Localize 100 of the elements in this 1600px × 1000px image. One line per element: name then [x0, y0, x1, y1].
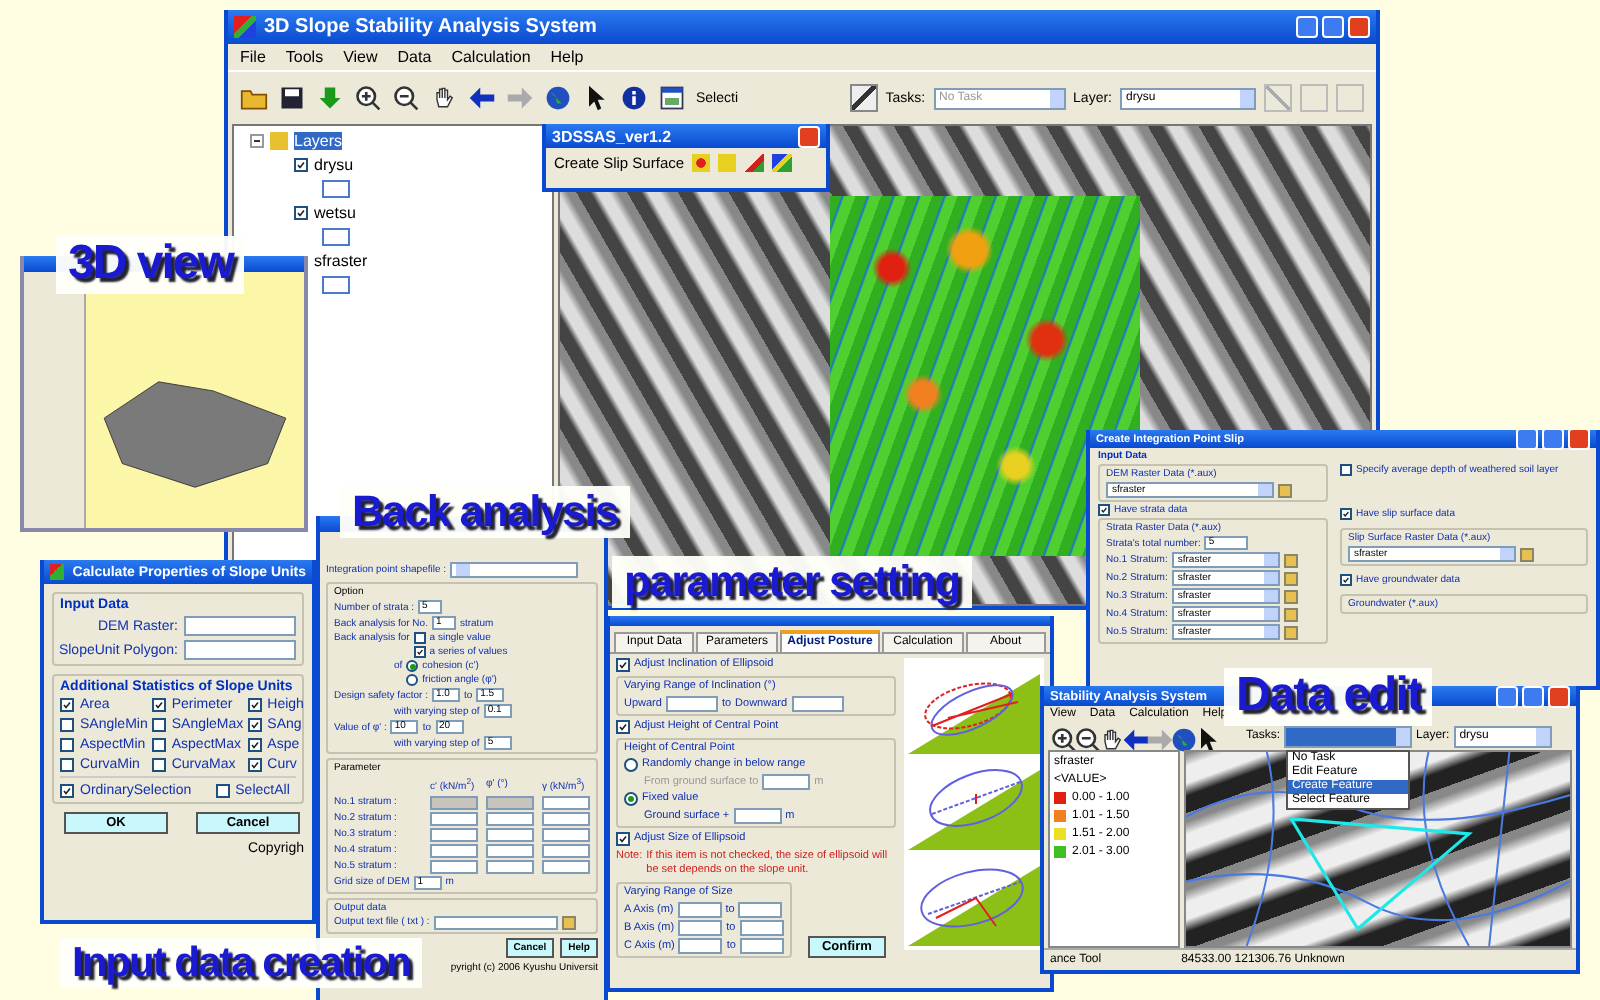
left-arrow-icon[interactable] — [1122, 726, 1150, 754]
input-field[interactable] — [430, 811, 478, 826]
checkbox[interactable] — [60, 758, 74, 772]
input-field[interactable] — [542, 843, 590, 858]
maximize-icon[interactable] — [1522, 685, 1544, 707]
checkbox[interactable] — [60, 698, 74, 712]
minimize-icon[interactable] — [1496, 685, 1518, 707]
menu-item[interactable]: Help — [550, 48, 584, 66]
input-field[interactable] — [430, 843, 478, 858]
input-field[interactable] — [433, 915, 558, 930]
input-field[interactable] — [430, 827, 478, 842]
input-field[interactable] — [184, 616, 296, 636]
menu-item[interactable]: File — [240, 48, 266, 66]
menu-item[interactable]: View — [343, 48, 378, 66]
globe-icon[interactable] — [544, 84, 572, 112]
input-field[interactable] — [184, 640, 296, 660]
checkbox[interactable] — [247, 718, 262, 732]
hand-icon[interactable] — [430, 84, 458, 112]
input-field[interactable] — [430, 859, 478, 874]
folder-icon[interactable] — [1278, 483, 1292, 497]
checkbox[interactable] — [60, 738, 74, 752]
checkbox[interactable] — [294, 206, 308, 220]
close-icon[interactable] — [798, 125, 820, 147]
menu-item[interactable]: Tools — [285, 48, 324, 66]
checkbox[interactable] — [1340, 574, 1352, 586]
radio-button[interactable] — [624, 758, 638, 772]
input-field[interactable] — [733, 808, 782, 824]
input-field[interactable] — [762, 774, 811, 790]
zoom-out-icon[interactable] — [1074, 726, 1102, 754]
slope-icon[interactable] — [772, 154, 793, 172]
window-icon[interactable] — [658, 84, 686, 112]
dropdown[interactable] — [450, 562, 579, 578]
radio-button[interactable] — [624, 792, 638, 806]
tree-item[interactable]: Layers — [294, 132, 343, 150]
checkbox[interactable] — [294, 158, 308, 172]
checkbox[interactable] — [215, 784, 230, 798]
input-field[interactable] — [739, 938, 784, 954]
checkbox[interactable] — [616, 832, 630, 846]
save-icon[interactable] — [278, 84, 306, 112]
menu-item[interactable]: Calculation — [451, 48, 531, 66]
triangle-feature[interactable] — [1288, 817, 1473, 932]
tree-item[interactable]: sfraster — [314, 252, 368, 270]
right-arrow-icon[interactable] — [1146, 726, 1174, 754]
minimize-icon[interactable] — [1296, 16, 1318, 38]
checkbox[interactable] — [151, 738, 166, 752]
radio-button[interactable] — [406, 660, 419, 672]
radio-button[interactable] — [406, 674, 419, 686]
close-icon[interactable] — [1348, 16, 1370, 38]
checkbox[interactable] — [60, 784, 74, 798]
globe-icon[interactable] — [1170, 726, 1198, 754]
input-field[interactable] — [542, 811, 590, 826]
input-field[interactable] — [791, 696, 844, 712]
zoom-out-icon[interactable] — [392, 84, 420, 112]
input-field[interactable] — [738, 902, 783, 918]
maximize-icon[interactable] — [1542, 430, 1564, 450]
tree-item[interactable]: wetsu — [314, 204, 356, 222]
input-field[interactable] — [739, 920, 784, 936]
checkbox[interactable] — [413, 632, 426, 644]
minimize-icon[interactable] — [1516, 430, 1538, 450]
checkbox[interactable] — [247, 738, 262, 752]
info-icon[interactable] — [620, 84, 648, 112]
folder-icon[interactable] — [1520, 547, 1534, 561]
input-field[interactable] — [678, 938, 723, 954]
zoom-in-icon[interactable] — [354, 84, 382, 112]
checkbox[interactable] — [60, 718, 74, 732]
left-arrow-icon[interactable] — [468, 84, 496, 112]
input-field[interactable] — [542, 795, 590, 810]
menu-item[interactable]: Data — [397, 48, 432, 66]
pencil-icon[interactable] — [849, 84, 878, 112]
input-field[interactable] — [678, 920, 723, 936]
input-field[interactable] — [677, 902, 722, 918]
task-dropdown[interactable] — [1284, 725, 1413, 747]
checkbox[interactable] — [151, 718, 166, 732]
input-field[interactable] — [542, 859, 590, 874]
input-field[interactable] — [486, 811, 534, 826]
folder-icon[interactable] — [240, 84, 268, 112]
checkbox[interactable] — [616, 658, 630, 672]
checkbox[interactable] — [1340, 508, 1352, 520]
checkbox[interactable] — [151, 758, 166, 772]
checkbox[interactable] — [247, 758, 262, 772]
hand-icon[interactable] — [1098, 726, 1126, 754]
tree-item[interactable]: drysu — [314, 156, 354, 174]
checkbox[interactable] — [151, 698, 166, 712]
input-field[interactable] — [542, 827, 590, 842]
checkbox[interactable] — [1340, 464, 1352, 476]
input-field[interactable] — [665, 696, 718, 712]
checkbox[interactable] — [1098, 504, 1110, 516]
input-field[interactable] — [486, 859, 534, 874]
slope-icon[interactable] — [744, 154, 765, 172]
checkbox[interactable] — [247, 698, 262, 712]
input-field[interactable] — [486, 827, 534, 842]
checkbox[interactable] — [616, 720, 630, 734]
maximize-icon[interactable] — [1322, 16, 1344, 38]
add-data-icon[interactable] — [316, 84, 344, 112]
checkbox[interactable] — [413, 646, 426, 658]
input-field[interactable] — [486, 843, 534, 858]
close-icon[interactable] — [1548, 685, 1570, 707]
close-icon[interactable] — [1568, 430, 1590, 450]
folder-icon[interactable] — [561, 915, 576, 930]
collapse-icon[interactable] — [250, 134, 264, 148]
